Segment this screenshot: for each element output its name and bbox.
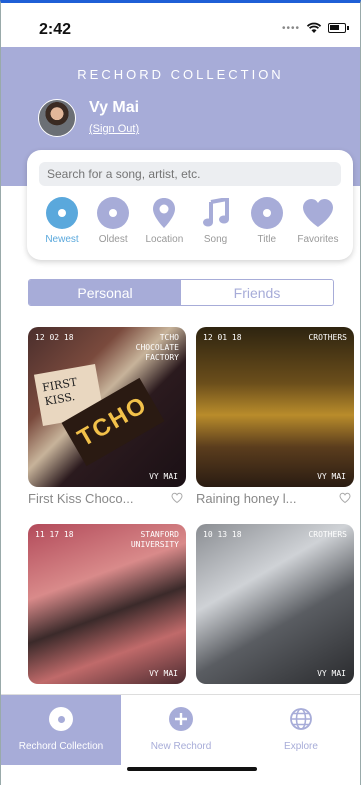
card-signature: VY MAI [317, 669, 346, 678]
card-location: TCHO CHOCOLATE FACTORY [135, 333, 179, 362]
globe-icon [289, 707, 313, 731]
card-date: 11 17 18 [35, 530, 74, 539]
location-pin-icon [147, 196, 181, 230]
battery-icon [328, 23, 349, 33]
tab-label: New Rechord [150, 741, 212, 752]
card-date: 12 02 18 [35, 333, 74, 342]
sort-label: Location [145, 234, 184, 245]
tab-rechord-collection[interactable]: Rechord Collection [1, 695, 121, 765]
tab-bar: Rechord Collection New Rechord Explore [1, 694, 360, 785]
signal-icon: •••• [281, 22, 300, 34]
sort-label: Song [203, 234, 228, 245]
plus-circle-icon [169, 707, 193, 731]
card-caption: First Kiss Choco... [28, 491, 134, 506]
favorite-heart-icon[interactable] [339, 492, 351, 504]
tab-label: Rechord Collection [18, 741, 104, 752]
card-location: CROTHERS [308, 333, 347, 342]
tab-personal[interactable]: Personal [29, 280, 181, 305]
card-signature: VY MAI [317, 472, 346, 481]
card-caption: Raining honey l... [196, 491, 297, 506]
status-time: 2:42 [39, 21, 72, 38]
sort-options: Newest Oldest Location Song Title Favori… [37, 196, 343, 245]
sort-favorites[interactable]: Favorites [293, 196, 343, 245]
wifi-icon [306, 22, 322, 33]
sort-label: Favorites [297, 234, 339, 245]
sort-newest[interactable]: Newest [37, 196, 87, 245]
avatar[interactable] [38, 99, 76, 137]
tab-explore[interactable]: Explore [241, 695, 360, 765]
disc-icon [49, 707, 73, 731]
heart-icon [301, 196, 335, 230]
user-name: Vy Mai [89, 99, 140, 116]
rechord-card[interactable]: 10 13 18 CROTHERS VY MAI [196, 524, 354, 684]
sort-title[interactable]: Title [242, 196, 292, 245]
card-signature: VY MAI [149, 472, 178, 481]
tab-label: Explore [284, 741, 318, 752]
app-screen: 2:42 •••• RECHORD COLLECTION Vy Mai (Sig… [0, 0, 361, 785]
sort-label: Title [257, 234, 277, 245]
home-indicator [127, 767, 257, 771]
rechord-card[interactable]: FIRST KISS. TCHO 12 02 18 TCHO CHOCOLATE… [28, 327, 186, 487]
music-note-icon [199, 196, 233, 230]
tab-new-rechord[interactable]: New Rechord [121, 695, 241, 765]
disc-icon [250, 196, 284, 230]
disc-icon [45, 196, 79, 230]
rechord-card[interactable]: 12 01 18 CROTHERS VY MAI [196, 327, 354, 487]
sort-song[interactable]: Song [191, 196, 241, 245]
card-location: STANFORD UNIVERSITY [130, 530, 179, 549]
disc-icon [96, 196, 130, 230]
search-input[interactable] [39, 162, 341, 186]
search-card: Newest Oldest Location Song Title [27, 150, 353, 260]
rechord-card[interactable]: 11 17 18 STANFORD UNIVERSITY VY MAI [28, 524, 186, 684]
card-signature: VY MAI [149, 669, 178, 678]
status-bar: 2:42 •••• [1, 3, 360, 47]
card-date: 10 13 18 [203, 530, 242, 539]
tab-friends[interactable]: Friends [181, 280, 333, 305]
favorite-heart-icon[interactable] [171, 492, 183, 504]
sort-oldest[interactable]: Oldest [88, 196, 138, 245]
sign-out-link[interactable]: (Sign Out) [89, 123, 139, 135]
sort-label: Oldest [98, 234, 128, 245]
card-date: 12 01 18 [203, 333, 242, 342]
sort-location[interactable]: Location [139, 196, 189, 245]
card-location: CROTHERS [308, 530, 347, 539]
personal-friends-toggle: Personal Friends [28, 279, 334, 306]
sort-label: Newest [45, 234, 79, 245]
page-title: RECHORD COLLECTION [77, 67, 284, 82]
status-icons: •••• [281, 22, 349, 34]
